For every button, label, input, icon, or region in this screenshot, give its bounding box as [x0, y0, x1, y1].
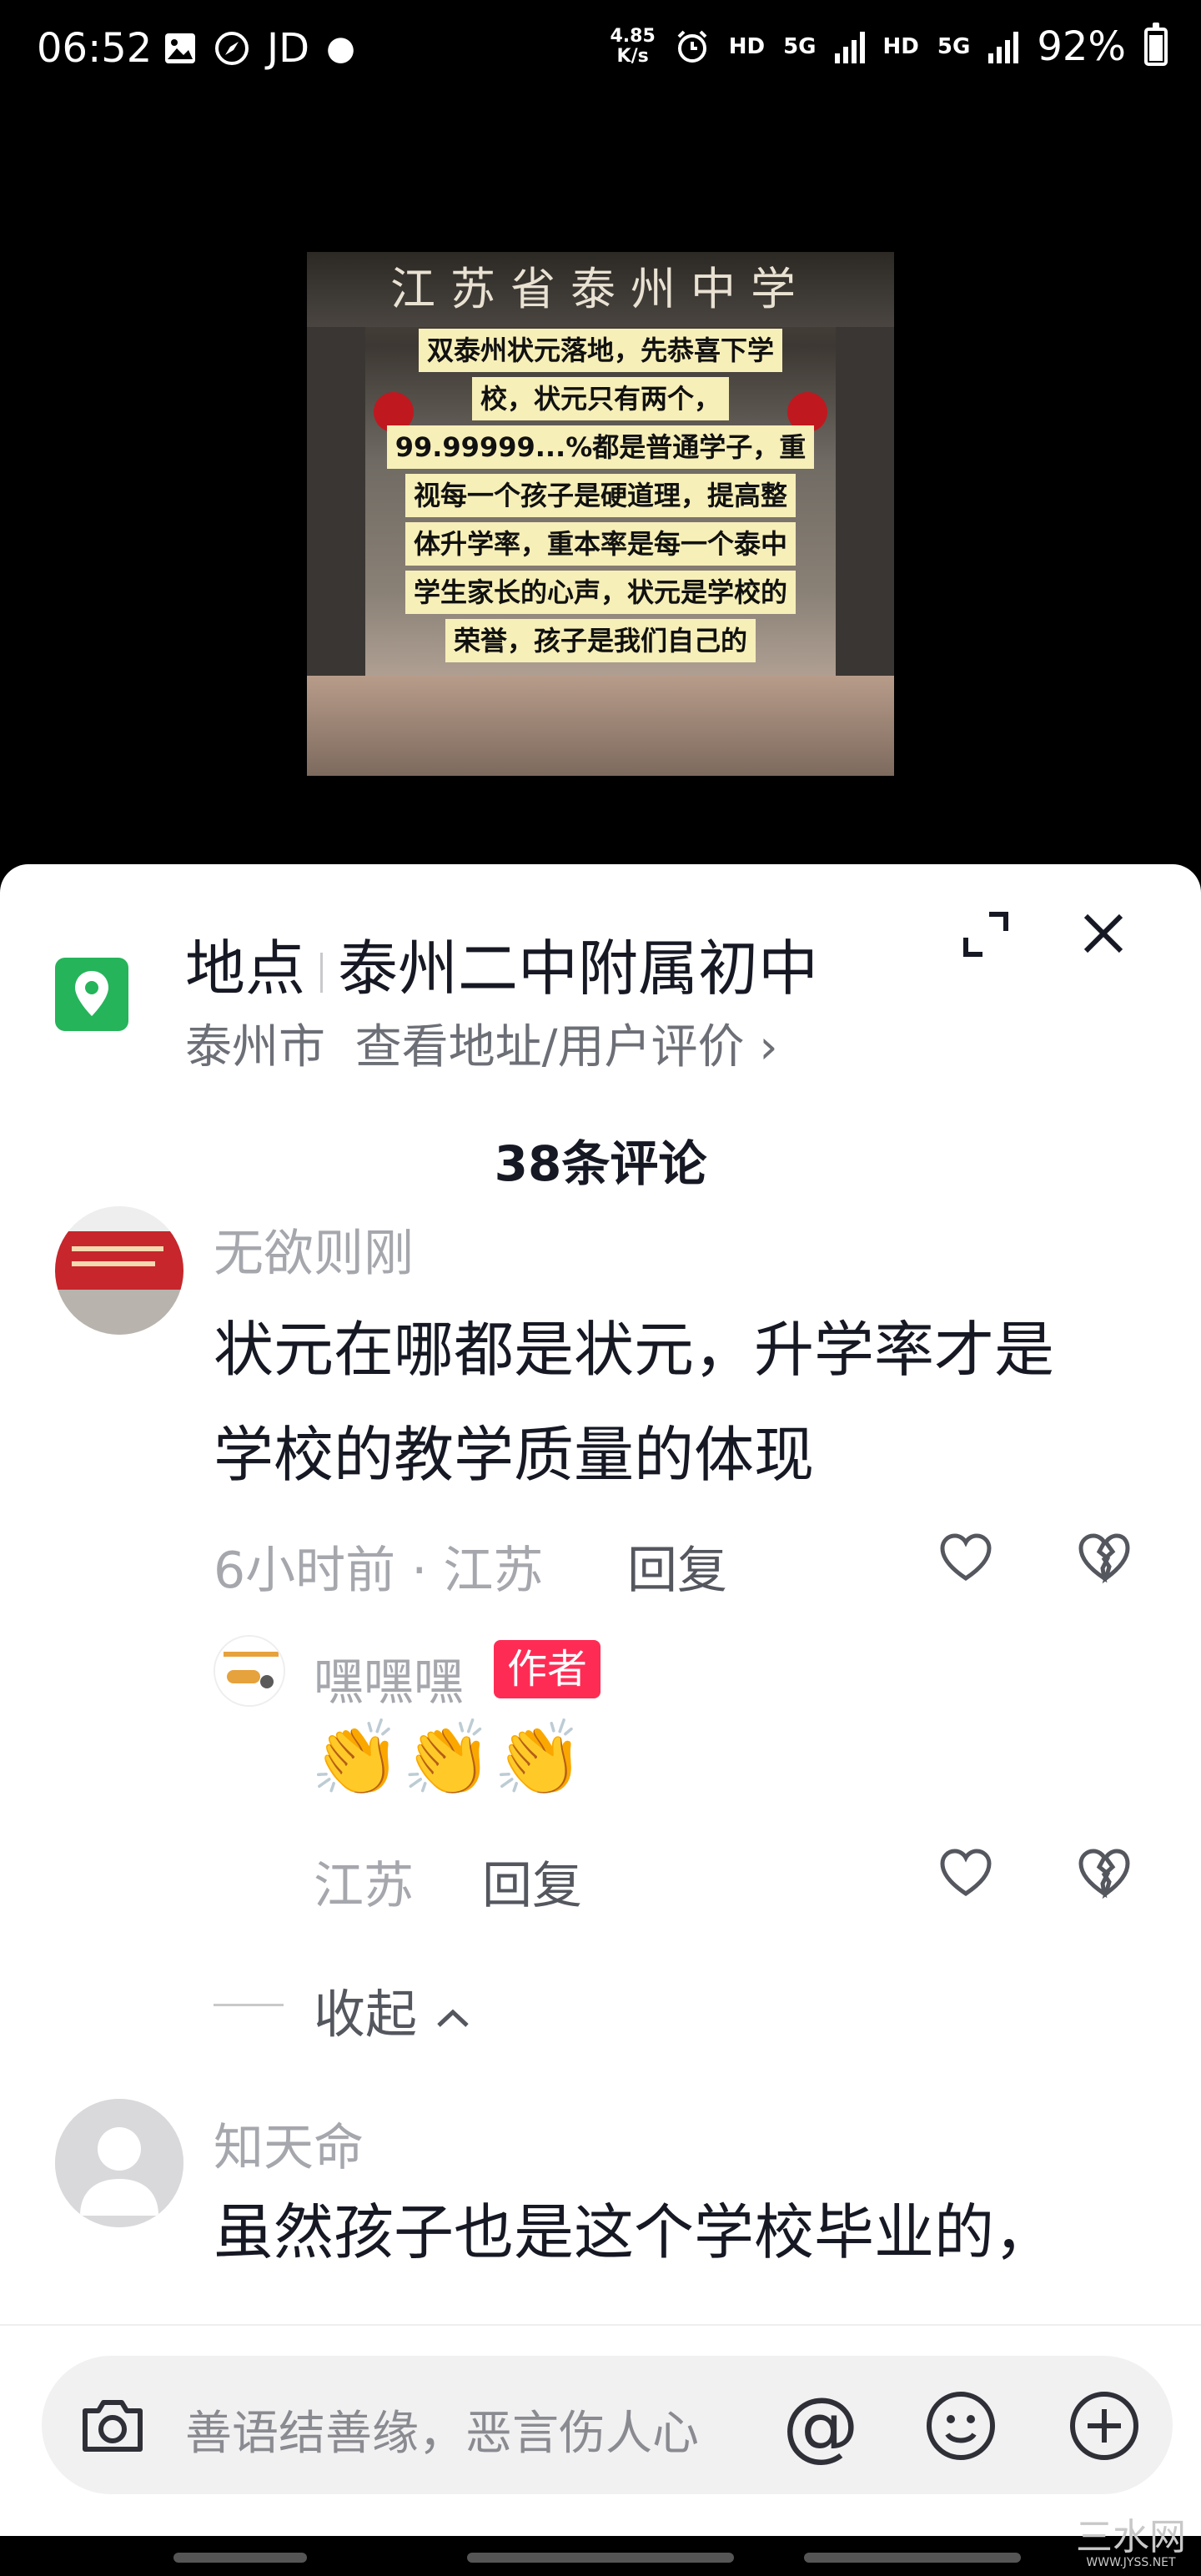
caption-line: 荣誉，孩子是我们自己的 — [445, 619, 756, 662]
collapse-label: 收起 — [314, 1984, 418, 2045]
avatar[interactable] — [214, 1635, 285, 1707]
comments-count: 38条评论 — [494, 1135, 707, 1192]
status-notification-icons: JD ● — [163, 25, 355, 72]
net-speed: 4.85 K/s — [610, 27, 655, 67]
chevron-up-icon — [437, 2009, 469, 2027]
location-subtitle[interactable]: 泰州市 查看地址/用户评价 › — [185, 1009, 778, 1077]
status-bar: 06:52 JD ● 4.85 K/s HD 5G HD 5G 92% — [0, 0, 1201, 83]
caption-line: 视每一个孩子是硬道理，提高整 — [405, 474, 796, 517]
emoji-icon[interactable] — [924, 2389, 997, 2463]
location-city: 泰州市 — [185, 1020, 325, 1074]
signal-icon-1 — [834, 30, 865, 63]
signal-icon-2 — [988, 30, 1019, 63]
hd-label-2: HD — [882, 34, 919, 59]
location-title[interactable]: 地点 泰州二中附属初中 — [185, 919, 818, 1007]
collapse-button[interactable]: 收起 — [314, 1972, 472, 2047]
comment-placeholder[interactable]: 善语结善缘，恶言伤人心 — [185, 2396, 699, 2463]
nav-handle-left[interactable] — [173, 2553, 307, 2563]
compass-icon — [215, 32, 249, 65]
add-icon[interactable] — [1068, 2389, 1141, 2463]
caption-line: 学生家长的心声，状元是学校的 — [405, 571, 796, 614]
reply-emoji: 👏👏👏 — [310, 1715, 585, 1801]
video-caption: 双泰州状元落地，先恭喜下学 校，状元只有两个， 99.99999...%都是普通学子… — [365, 329, 836, 667]
comment-username[interactable]: 无欲则刚 — [214, 1213, 414, 1285]
status-time: 06:52 — [37, 25, 153, 72]
avatar[interactable] — [55, 1206, 183, 1335]
comment-sheet: 地点 泰州二中附属初中 泰州市 查看地址/用户评价 › 38条评论 无欲则刚 状元… — [0, 864, 1201, 2576]
dot-icon: ● — [326, 29, 356, 68]
gallery-icon — [165, 33, 195, 63]
comment-meta: 6小时前 · 江苏 — [214, 1542, 544, 1600]
ground — [307, 676, 894, 776]
dislike-heart-icon[interactable] — [1078, 1532, 1131, 1585]
expand-icon[interactable] — [959, 908, 1013, 961]
close-icon[interactable] — [1076, 906, 1131, 961]
like-heart-icon[interactable] — [939, 1847, 992, 1900]
carrier-label: JD — [267, 25, 310, 72]
pillar-right — [836, 327, 894, 694]
camera-icon[interactable] — [77, 2389, 148, 2461]
watermark: 三水网 WWW.JYSS.NET — [1076, 2516, 1186, 2570]
caption-line: 体升学率，重本率是每一个泰中 — [405, 522, 796, 566]
status-right: 4.85 K/s HD 5G HD 5G 92% — [610, 23, 1168, 70]
reply-meta: 江苏 — [314, 1857, 414, 1915]
comment-text-line: 虽然孩子也是这个学校毕业的， — [214, 2197, 1055, 2267]
comment-text-line: 状元在哪都是状元，升学率才是 — [214, 1315, 1055, 1385]
reply-button[interactable]: 回复 — [627, 1530, 727, 1602]
system-nav-bar — [0, 2536, 1201, 2576]
network-label-2: 5G — [937, 34, 971, 59]
comment-text-line: 学校的教学质量的体现 — [214, 1420, 815, 1490]
comment-input-bar: 善语结善缘，恶言伤人心 @ — [0, 2324, 1201, 2494]
avatar[interactable] — [55, 2099, 183, 2227]
like-heart-icon[interactable] — [939, 1532, 992, 1585]
gate-sign: 江苏省泰州中学 — [307, 252, 894, 327]
collapse-divider — [214, 2004, 284, 2006]
reply-username[interactable]: 嘿嘿嘿 — [314, 1642, 464, 1714]
caption-line: 校，状元只有两个， — [471, 377, 729, 420]
watermark-url: WWW.JYSS.NET — [1086, 2556, 1176, 2569]
comment-input[interactable]: 善语结善缘，恶言伤人心 @ — [42, 2356, 1173, 2494]
dislike-heart-icon[interactable] — [1078, 1847, 1131, 1900]
caption-line: 99.99999...%都是普通学子，重 — [386, 425, 815, 469]
battery-fill — [1149, 35, 1163, 61]
watermark-title: 三水网 — [1076, 2516, 1186, 2558]
author-badge: 作者 — [494, 1640, 601, 1698]
location-separator — [320, 953, 324, 994]
battery-icon — [1144, 23, 1168, 66]
mention-icon[interactable]: @ — [782, 2381, 859, 2470]
battery-percent: 92% — [1037, 23, 1126, 70]
video-frame: 江苏省泰州中学 双泰州状元落地，先恭喜下学 校，状元只有两个， 99.99999..… — [307, 252, 894, 776]
pillar-left — [307, 327, 365, 694]
reply-button[interactable]: 回复 — [482, 1845, 582, 1918]
net-speed-value: 4.85 — [610, 26, 656, 47]
alarm-icon — [677, 30, 707, 63]
nav-handle-center[interactable] — [467, 2553, 734, 2563]
location-pin-icon[interactable] — [55, 958, 128, 1031]
network-label-1: 5G — [783, 34, 817, 59]
location-place: 泰州二中附属初中 — [338, 933, 819, 1004]
comment-username[interactable]: 知天命 — [214, 2107, 364, 2180]
hd-label-1: HD — [728, 34, 766, 59]
caption-line: 双泰州状元落地，先恭喜下学 — [418, 329, 782, 372]
video-player[interactable]: 江苏省泰州中学 双泰州状元落地，先恭喜下学 校，状元只有两个， 99.99999..… — [0, 83, 1201, 868]
net-speed-unit: K/s — [616, 46, 649, 67]
nav-handle-right[interactable] — [804, 2553, 1021, 2563]
location-label: 地点 — [185, 933, 306, 1004]
location-link[interactable]: 查看地址/用户评价 › — [355, 1020, 778, 1074]
